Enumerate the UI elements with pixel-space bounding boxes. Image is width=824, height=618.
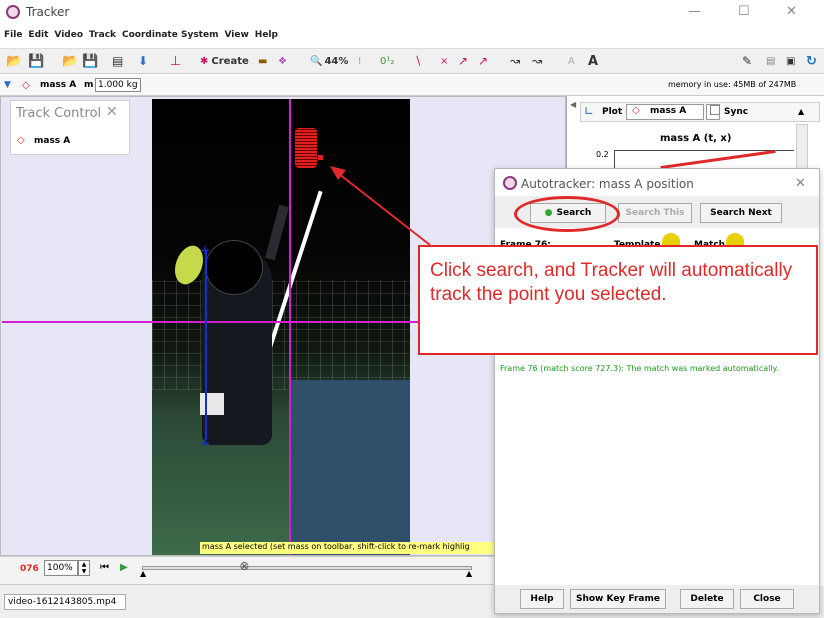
zoom-button[interactable]: 🔍 44% — [310, 53, 348, 69]
court-surface — [290, 380, 410, 555]
search-next-button[interactable]: Search Next — [700, 203, 782, 223]
show-key-frame-button[interactable]: Show Key Frame — [570, 589, 666, 609]
sync-label: Sync — [724, 107, 749, 117]
trails-icon[interactable]: ❖ — [278, 53, 287, 69]
plot-icon: ∟ — [584, 104, 595, 118]
save-icon[interactable]: 💾 — [28, 53, 44, 69]
calibration-start-icon[interactable]: + — [200, 243, 210, 257]
plot-y-tick: 0.2 — [596, 150, 609, 159]
close-button[interactable]: ✕ — [786, 4, 797, 19]
magnifier-icon: 🔍 — [310, 55, 323, 67]
annotation-callout: Click search, and Tracker will automatic… — [418, 245, 818, 355]
help-button[interactable]: Help — [520, 589, 564, 609]
window-title: Tracker — [26, 5, 70, 19]
export-icon[interactable]: 💾 — [82, 53, 98, 69]
search-this-button[interactable]: Search This — [618, 203, 692, 223]
autotracker-dialog — [494, 168, 820, 614]
annotation-arrow — [330, 166, 431, 246]
play-icon[interactable]: ▶ — [120, 562, 128, 573]
acceleration-icon[interactable]: ↗ — [478, 53, 488, 69]
status-message: mass A selected (set mass on toolbar, sh… — [200, 542, 506, 554]
collapse-icon[interactable]: ▲ — [798, 107, 804, 116]
speed-input[interactable]: 100% — [44, 560, 78, 576]
sync-checkbox[interactable] — [710, 105, 720, 115]
memory-status: memory in use: 45MB of 247MB — [668, 80, 797, 89]
mass-input[interactable]: 1.000 kg — [95, 78, 141, 92]
highlight-ellipse — [514, 196, 620, 232]
diamond-icon: ◇ — [22, 80, 30, 91]
track-name[interactable]: mass A — [40, 80, 76, 90]
menu-track[interactable]: Track — [89, 30, 116, 40]
close-dialog-button[interactable]: Close — [740, 589, 794, 609]
font-larger-icon[interactable]: A — [588, 53, 598, 69]
calibration-end-icon[interactable]: + — [200, 436, 210, 450]
open-folder-icon[interactable]: 📂 — [6, 53, 22, 69]
tracker-logo-icon — [503, 176, 517, 190]
track-control-item[interactable]: mass A — [34, 136, 70, 146]
velocity-icon[interactable]: ↗ — [458, 53, 468, 69]
position-icon[interactable]: × — [440, 53, 448, 69]
autotracker-title: Autotracker: mass A position — [521, 177, 694, 191]
reset-icon[interactable]: ⏮ — [100, 562, 109, 573]
diamond-icon: ◇ — [17, 135, 25, 146]
autotracker-log: Frame 76 (match score 727.3): The match … — [500, 364, 779, 373]
toolbar — [0, 48, 824, 74]
step-size-button[interactable]: 0¹₂ — [380, 53, 394, 69]
menu-file[interactable]: File — [4, 30, 22, 40]
track-control-title: Track Control — [16, 106, 102, 121]
refresh-icon[interactable]: ↻ — [806, 53, 817, 69]
coordinate-axis-vertical[interactable] — [289, 99, 291, 555]
face-redaction — [205, 240, 263, 295]
mass-prefix: m — [84, 80, 94, 90]
zoom-level: 44% — [324, 55, 349, 67]
layout-icon[interactable]: ▣ — [786, 53, 795, 69]
file-tab[interactable]: video-1612143805.mp4 — [4, 594, 126, 610]
pencil-icon[interactable]: ✎ — [742, 53, 752, 69]
diamond-icon: ◇ — [632, 105, 640, 116]
delete-button[interactable]: Delete — [680, 589, 734, 609]
arrow-line — [333, 169, 431, 246]
menu-view[interactable]: View — [224, 30, 248, 40]
tape-measure-icon[interactable]: ▬ — [258, 53, 267, 69]
axes-icon[interactable]: ⊥ — [170, 53, 181, 69]
calibration-stick[interactable] — [205, 250, 207, 440]
create-button[interactable]: ✱ Create — [200, 53, 249, 69]
notes-icon[interactable]: ▤ — [766, 53, 775, 69]
minimize-button[interactable]: — — [688, 4, 701, 19]
maximize-button[interactable]: ☐ — [738, 4, 750, 19]
speed-spinner-icon[interactable]: ▲ ▼ — [78, 560, 90, 576]
menu-edit[interactable]: Edit — [28, 30, 48, 40]
tracker-logo-icon — [6, 5, 20, 19]
track-trail-points[interactable] — [295, 128, 317, 168]
vectors-sum-icon[interactable]: ↝ — [510, 53, 520, 69]
menu-help[interactable]: Help — [255, 30, 278, 40]
menu-bar: File Edit Video Track Coordinate System … — [0, 26, 824, 44]
create-label: Create — [211, 55, 249, 67]
clip-settings-icon[interactable]: ▤ — [112, 53, 123, 69]
slider-thumb-icon[interactable]: ⮿ — [240, 560, 249, 574]
ball-bucket — [200, 393, 224, 415]
frame-slider[interactable] — [142, 566, 472, 570]
fence-background — [152, 280, 410, 390]
font-smaller-icon[interactable]: A — [568, 53, 575, 69]
points-icon[interactable]: ⁝ — [358, 53, 361, 69]
track-dropdown-icon[interactable]: ▼ — [4, 80, 11, 90]
autotracker-close-icon[interactable]: ✕ — [795, 176, 806, 191]
center-of-mass-icon[interactable]: ↝ — [532, 53, 542, 69]
create-icon: ✱ — [200, 55, 209, 67]
panel-divider-arrows-icon[interactable]: ◀ — [570, 100, 576, 109]
import-icon[interactable]: 📂 — [62, 53, 78, 69]
track-control-close-icon[interactable]: ✕ — [106, 104, 118, 120]
plot-title: mass A (t, x) — [660, 133, 732, 144]
menu-video[interactable]: Video — [54, 30, 83, 40]
menu-coordinate-system[interactable]: Coordinate System — [122, 30, 218, 40]
calibration-tools-icon[interactable]: ⬇ — [138, 53, 148, 69]
plot-track-name: mass A — [650, 106, 687, 116]
plot-tab-label[interactable]: Plot — [602, 107, 622, 117]
end-marker-icon[interactable]: ▲ — [466, 569, 472, 578]
start-marker-icon[interactable]: ▲ — [140, 569, 146, 578]
frame-counter[interactable]: 076 — [20, 564, 39, 574]
path-icon[interactable]: ∖ — [414, 53, 422, 69]
